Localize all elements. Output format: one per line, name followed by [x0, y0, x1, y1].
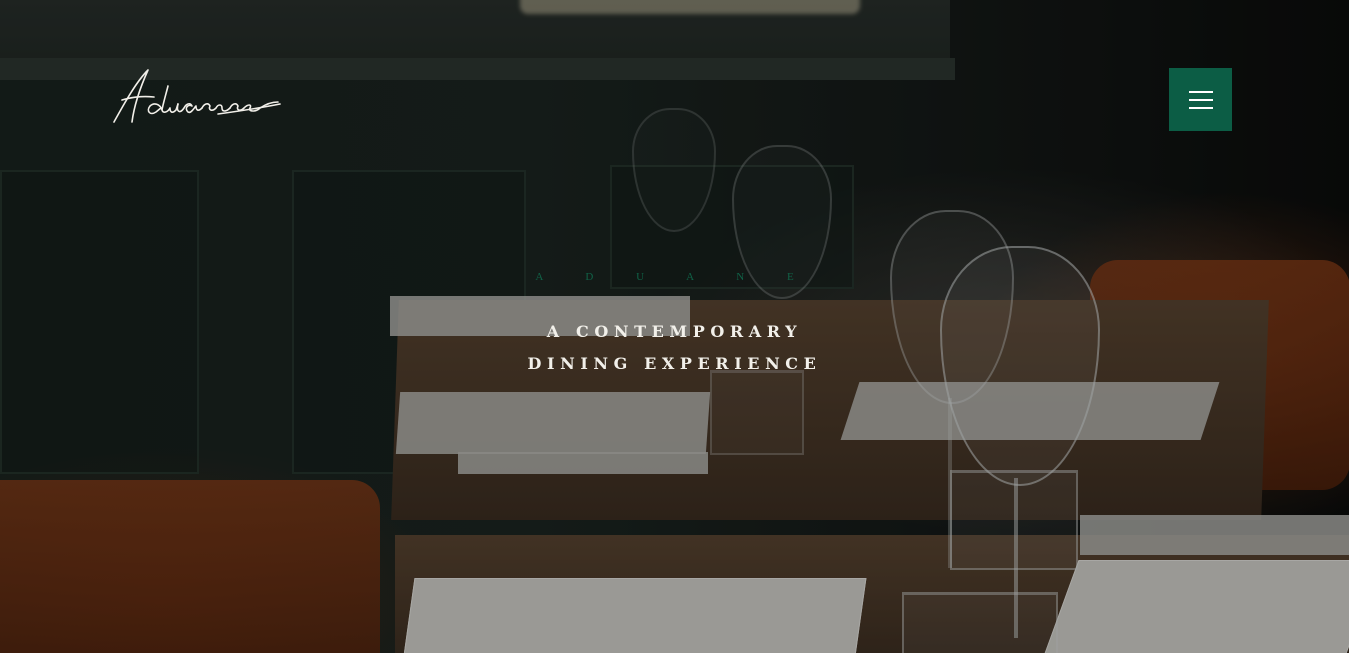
hamburger-menu-icon	[1188, 90, 1213, 109]
headline-line-1: A CONTEMPORARY	[546, 322, 803, 341]
menu-toggle-button[interactable]	[1169, 68, 1232, 131]
hero-eyebrow: A D U A N E	[535, 271, 814, 283]
hero-headline: A CONTEMPORARY DINING EXPERIENCE	[0, 316, 1349, 380]
hero-section: A D U A N E A CONTEMPORARY DINING EXPERI…	[0, 0, 1349, 653]
headline-line-2: DINING EXPERIENCE	[527, 354, 822, 373]
signature-logo-icon	[113, 69, 281, 123]
brand-logo[interactable]	[110, 64, 282, 130]
